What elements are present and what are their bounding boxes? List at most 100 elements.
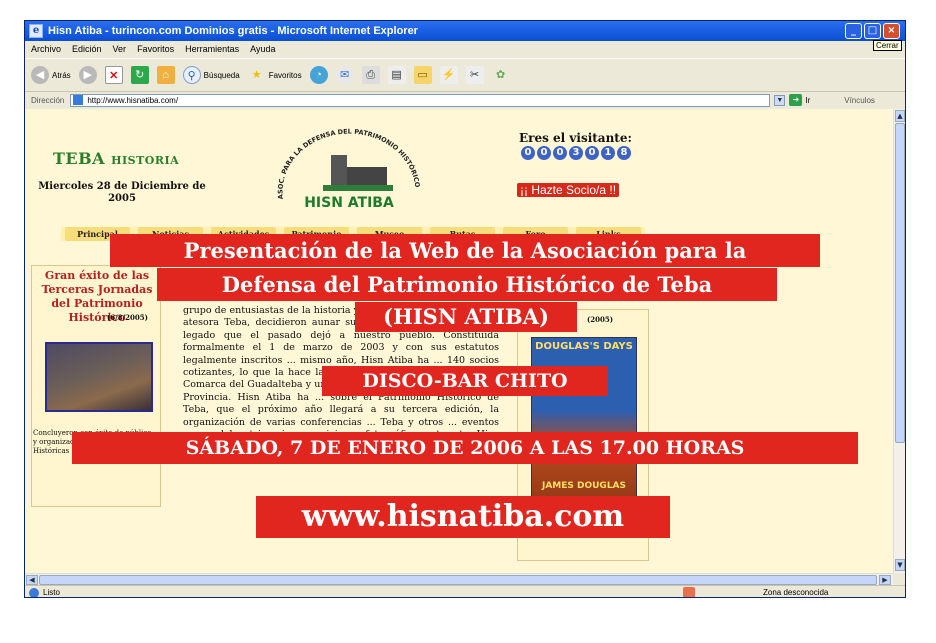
edit-icon: ▤	[387, 66, 406, 84]
tools-button[interactable]: ✂	[465, 66, 484, 84]
window-title: Hisn Atiba - turincon.com Dominios grati…	[48, 25, 418, 37]
current-date: Miercoles 28 de Diciembre de 2005	[38, 181, 206, 204]
refresh-button[interactable]: ↻	[130, 66, 149, 84]
go-arrow-icon[interactable]: ➔	[789, 94, 803, 106]
go-button[interactable]: Ir	[805, 96, 810, 105]
home-icon: ⌂	[156, 66, 175, 84]
visitor-counter: 0 0 0 3 0 1 8	[521, 146, 633, 160]
menu-favoritos[interactable]: Favoritos	[137, 44, 174, 54]
event-year: (2005)	[587, 315, 614, 324]
status-text: Listo	[43, 588, 60, 597]
poster-title: DOUGLAS'S DAYS	[535, 341, 633, 352]
vertical-scrollbar[interactable]: ▲ ▼	[893, 109, 905, 573]
popup-blocker-icon[interactable]	[683, 587, 695, 597]
brand-teba: TEBA	[53, 149, 106, 168]
stop-button[interactable]: ✕	[104, 66, 123, 84]
menu-ver[interactable]: Ver	[113, 44, 127, 54]
scroll-left-icon[interactable]: ◀	[26, 575, 38, 585]
menu-bar: Archivo Edición Ver Favoritos Herramient…	[25, 41, 905, 57]
hscroll-thumb[interactable]	[39, 575, 877, 585]
menu-herramientas[interactable]: Herramientas	[185, 44, 239, 54]
research-icon: ⚡	[439, 66, 458, 84]
forward-arrow-icon: ▶	[78, 66, 97, 84]
visitor-label: Eres el visitante:	[519, 131, 632, 145]
scroll-up-icon[interactable]: ▲	[895, 110, 905, 122]
banner-datetime: SÁBADO, 7 DE ENERO DE 2006 A LAS 17.00 H…	[72, 432, 858, 464]
page-status-icon	[29, 587, 39, 597]
counter-digit: 0	[553, 146, 567, 160]
hisn-atiba-logo[interactable]: ASOC. PARA LA DEFENSA DEL PATRIMONIO HIS…	[263, 127, 433, 217]
minimize-button[interactable]: _	[845, 23, 862, 39]
favorites-star-icon: ★	[251, 69, 262, 81]
menu-edicion[interactable]: Edición	[72, 44, 102, 54]
discuss-icon: ▭	[413, 66, 432, 84]
title-bar[interactable]: e Hisn Atiba - turincon.com Dominios gra…	[25, 21, 905, 41]
refresh-icon: ↻	[130, 66, 149, 84]
address-dropdown-icon[interactable]: ▼	[774, 94, 786, 106]
security-zone: Zona desconocida	[763, 588, 829, 597]
messenger-button[interactable]: ✿	[492, 66, 510, 84]
ie-icon: e	[29, 24, 43, 38]
page-icon	[73, 95, 84, 105]
toolbar: ◀ Atrás ▶ ✕ ↻ ⌂ ⚲ Búsqueda ★ Favoritos ◔…	[25, 58, 905, 92]
search-label: Búsqueda	[203, 70, 240, 80]
logo-tower	[331, 155, 347, 185]
scroll-right-icon[interactable]: ▶	[879, 575, 891, 585]
logo-name: HISN ATIBA	[304, 195, 394, 211]
join-link[interactable]: ¡¡ Hazte Socio/a !!	[517, 183, 620, 197]
news-date: (6/8/2005)	[107, 313, 148, 322]
menu-ayuda[interactable]: Ayuda	[250, 44, 275, 54]
poster-subtitle: JAMES DOUGLAS	[541, 481, 627, 491]
counter-digit: 0	[585, 146, 599, 160]
research-button[interactable]: ⚡	[439, 66, 458, 84]
banner-title-line-1: Presentación de la Web de la Asociación …	[110, 234, 820, 267]
logo-castle-wall	[347, 167, 387, 185]
favorites-button[interactable]: ★ Favoritos	[248, 66, 302, 84]
close-button[interactable]: ×	[883, 23, 900, 39]
back-arrow-icon: ◀	[31, 66, 49, 84]
counter-digit: 0	[521, 146, 535, 160]
tools-icon: ✂	[465, 66, 484, 84]
back-button[interactable]: ◀ Atrás	[31, 66, 71, 84]
back-label: Atrás	[52, 70, 71, 80]
discuss-button[interactable]: ▭	[413, 66, 432, 84]
counter-digit: 1	[601, 146, 615, 160]
edit-button[interactable]: ▤	[387, 66, 406, 84]
mail-button[interactable]: ✉	[335, 66, 354, 84]
site-brand[interactable]: TEBA HISTORIA	[53, 149, 179, 168]
counter-digit: 0	[537, 146, 551, 160]
banner-website: www.hisnatiba.com	[256, 496, 670, 538]
scroll-thumb[interactable]	[895, 123, 905, 443]
scroll-down-icon[interactable]: ▼	[895, 559, 905, 571]
brand-historia: HISTORIA	[111, 154, 180, 167]
news-photo[interactable]	[45, 342, 153, 412]
forward-button[interactable]: ▶	[78, 66, 97, 84]
close-tooltip: Cerrar	[873, 40, 902, 51]
print-icon: ⎙	[361, 66, 380, 84]
counter-digit: 8	[617, 146, 631, 160]
favorites-label: Favoritos	[268, 70, 302, 80]
history-icon: ◔	[309, 66, 328, 84]
maximize-button[interactable]: □	[864, 23, 881, 39]
search-icon: ⚲	[182, 66, 201, 84]
stop-icon: ✕	[104, 66, 123, 84]
logo-ground	[323, 185, 393, 191]
banner-venue: DISCO-BAR CHITO	[322, 366, 608, 396]
home-button[interactable]: ⌂	[156, 66, 175, 84]
address-bar: Dirección http://www.hisnatiba.com/ ▼ ➔ …	[25, 92, 905, 108]
messenger-icon: ✿	[496, 69, 506, 81]
banner-title-line-3: (HISN ATIBA)	[355, 302, 577, 332]
address-input[interactable]: http://www.hisnatiba.com/	[70, 93, 771, 107]
event-poster[interactable]	[531, 337, 637, 521]
print-button[interactable]: ⎙	[361, 66, 380, 84]
search-button[interactable]: ⚲ Búsqueda	[182, 66, 240, 84]
horizontal-scrollbar[interactable]: ◀ ▶	[25, 573, 893, 585]
status-bar: Listo Zona desconocida	[25, 585, 905, 597]
address-url: http://www.hisnatiba.com/	[87, 95, 179, 105]
address-label: Dirección	[31, 95, 65, 105]
mail-icon: ✉	[335, 66, 354, 84]
links-label[interactable]: Vínculos	[844, 96, 875, 105]
history-button[interactable]: ◔	[309, 66, 328, 84]
menu-archivo[interactable]: Archivo	[31, 44, 61, 54]
banner-title-line-2: Defensa del Patrimonio Histórico de Teba	[157, 268, 777, 301]
